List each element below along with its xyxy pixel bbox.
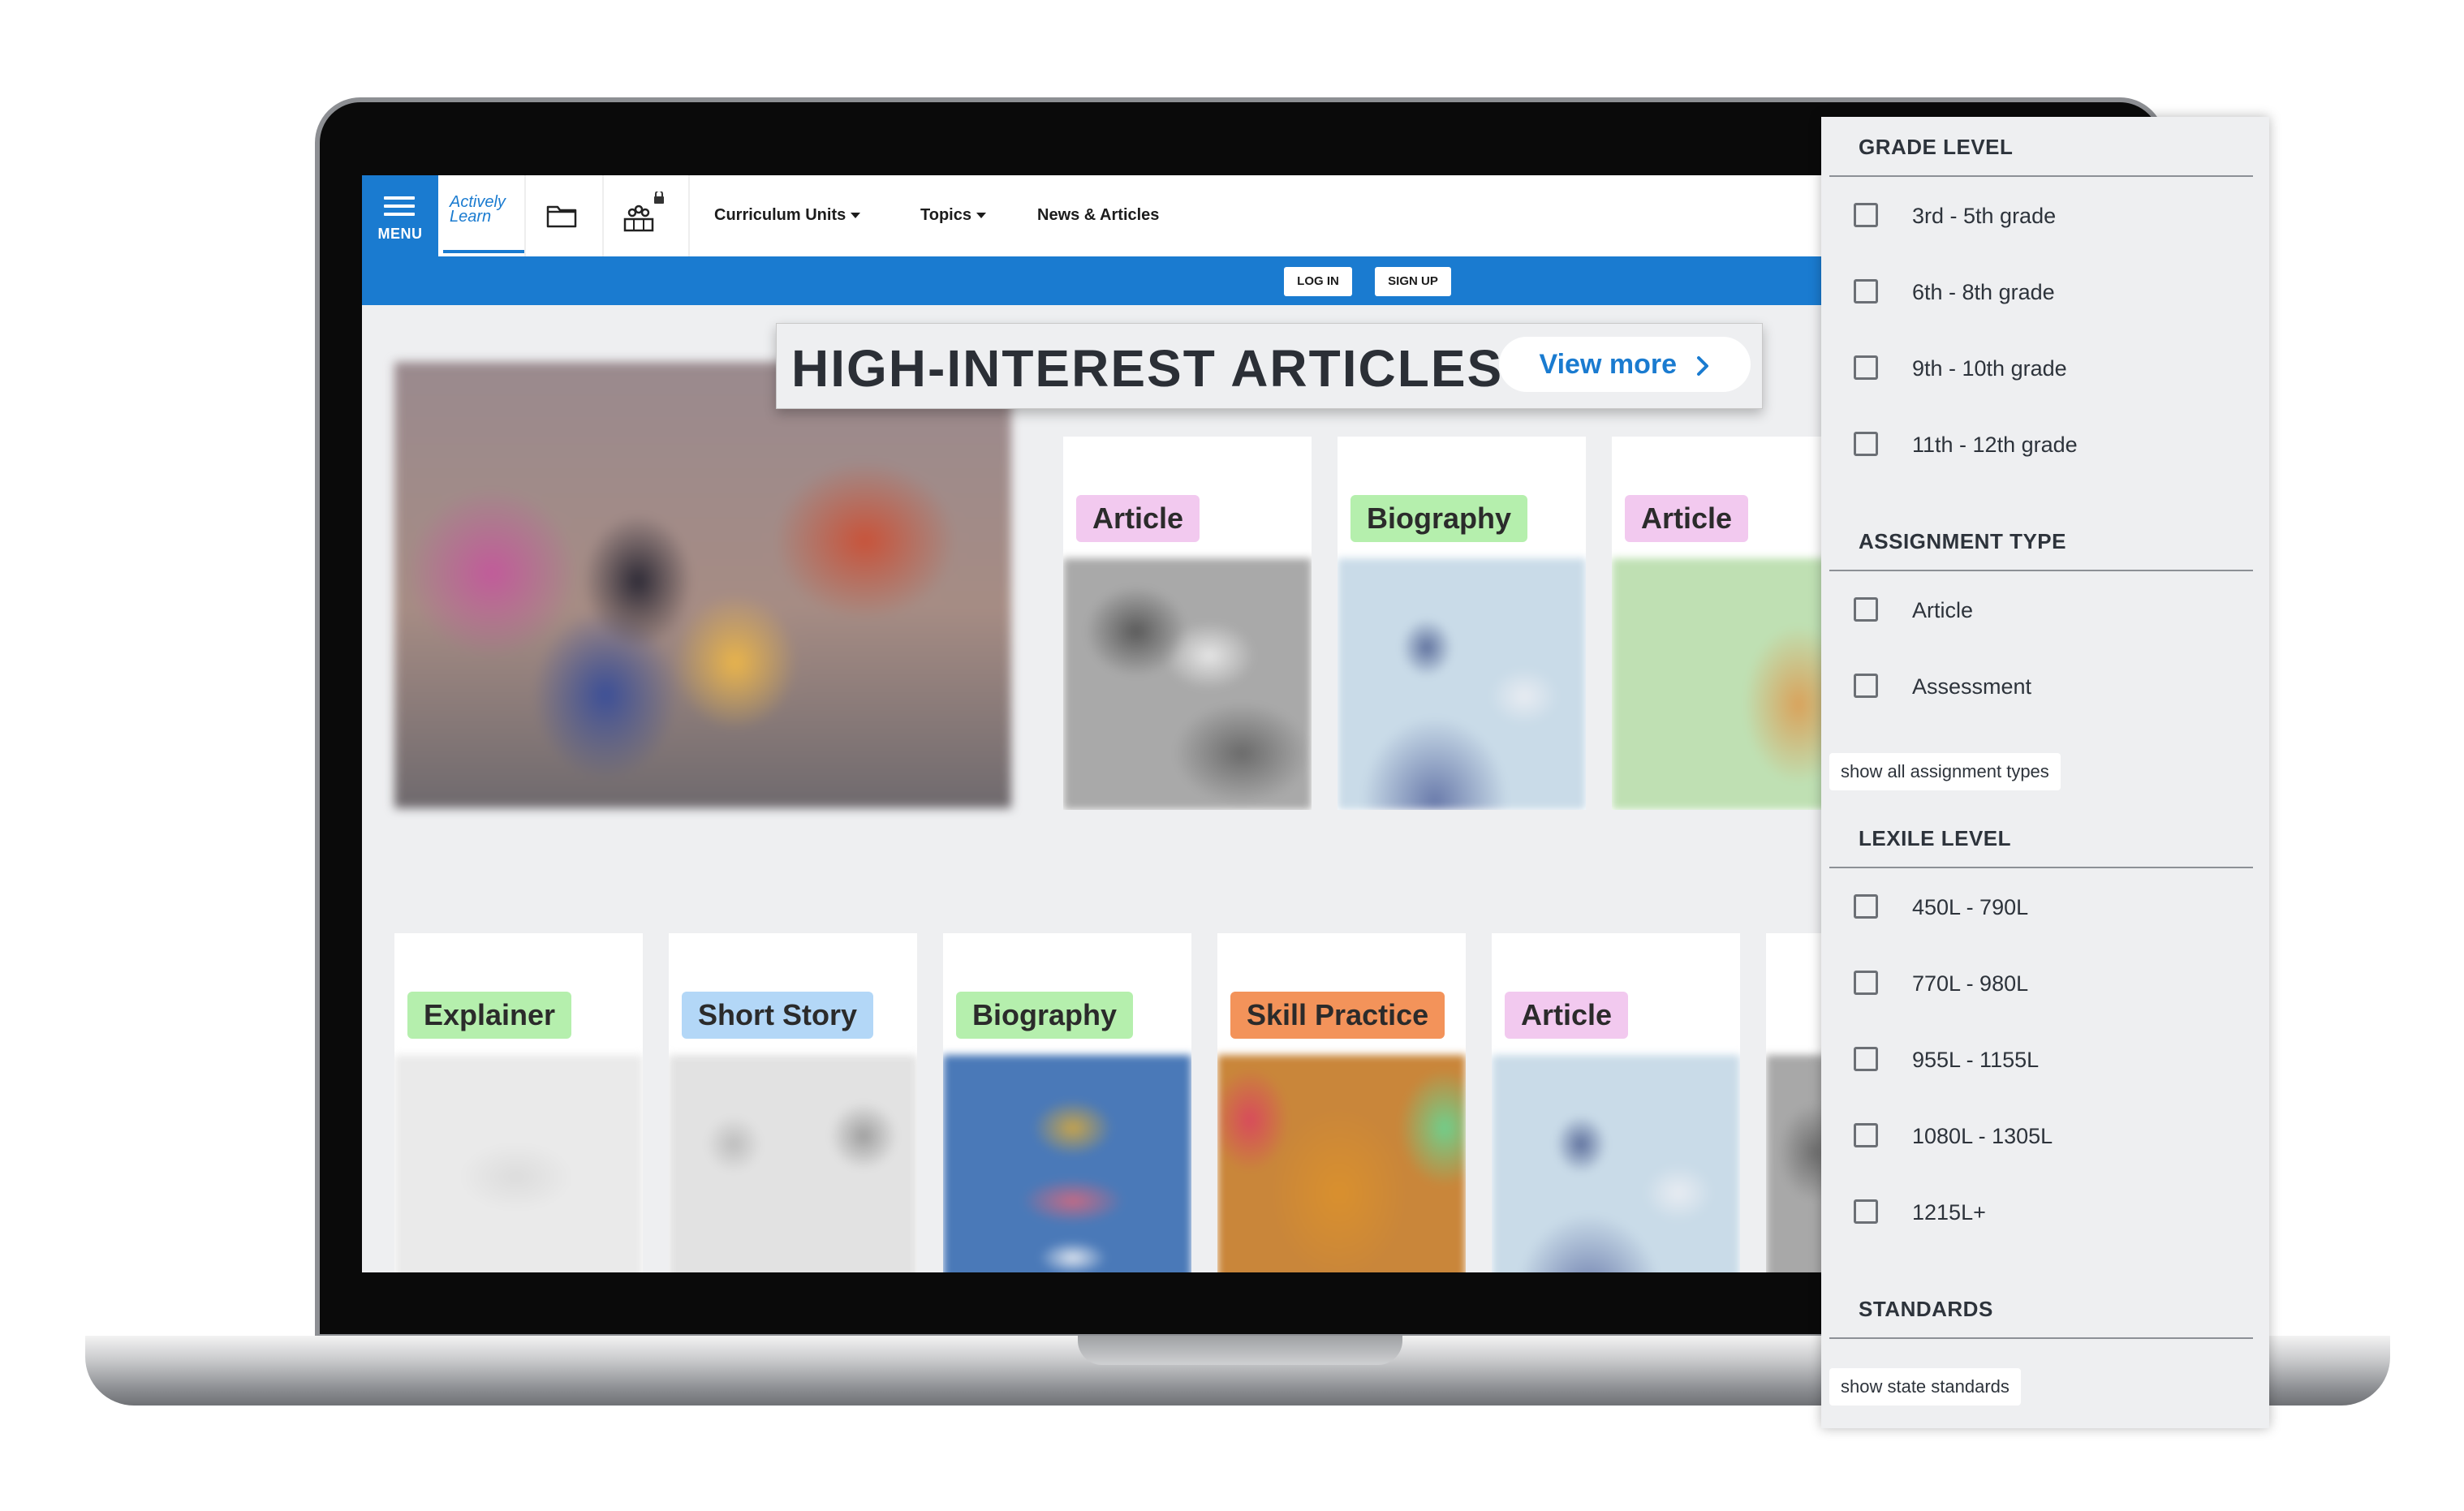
menu-button[interactable]: MENU [362, 175, 438, 256]
card-thumbnail [1217, 1055, 1466, 1272]
login-button[interactable]: LOG IN [1284, 267, 1352, 296]
chevron-right-icon [1697, 356, 1709, 377]
nav-news-articles[interactable]: News & Articles [1037, 206, 1159, 225]
section-divider [1829, 175, 2253, 177]
standards-heading: STANDARDS [1859, 1297, 1993, 1321]
biography-card[interactable]: Biography [943, 933, 1191, 1272]
biography-card[interactable]: Biography [1338, 437, 1586, 810]
card-type-tag: Article [1076, 495, 1200, 542]
checkbox[interactable] [1854, 432, 1878, 456]
filter-option-label: 955L - 1155L [1912, 1048, 2040, 1072]
nav-news-articles-label: News & Articles [1037, 206, 1160, 224]
view-more-label: View more [1539, 349, 1677, 380]
filter-option-label: 9th - 10th grade [1912, 356, 2067, 381]
checkbox[interactable] [1854, 1199, 1878, 1224]
card-thumbnail [943, 1055, 1191, 1272]
section-divider [1829, 570, 2253, 571]
grade-level-heading: GRADE LEVEL [1859, 135, 2014, 159]
nav-curriculum-units[interactable]: Curriculum Units [714, 206, 861, 225]
logo-line-2: Learn [450, 208, 492, 226]
view-more-button[interactable]: View more [1499, 337, 1751, 392]
checkbox[interactable] [1854, 355, 1878, 380]
card-thumbnail [1338, 558, 1586, 810]
assignment-type-heading: ASSIGNMENT TYPE [1859, 529, 2066, 553]
card-type-tag: Explainer [407, 992, 572, 1039]
auth-bar: LOG IN SIGN UP [362, 256, 1823, 305]
checkbox[interactable] [1854, 597, 1878, 622]
header-divider [688, 175, 690, 256]
folder-icon[interactable] [545, 203, 581, 230]
card-type-tag: Article [1625, 495, 1749, 542]
filter-option-label: 1215L+ [1912, 1200, 1986, 1225]
menu-label: MENU [377, 226, 423, 242]
caret-down-icon [976, 213, 986, 219]
lexile-level-heading: LEXILE LEVEL [1859, 826, 2012, 850]
filter-option-label: 1080L - 1305L [1912, 1124, 2053, 1148]
card-type-tag: Article [1505, 992, 1629, 1039]
card-thumbnail [394, 1055, 643, 1272]
filter-option-label: 770L - 980L [1912, 971, 2029, 996]
app-header: MENU Actively Learn Curriculum Units Top… [362, 175, 1823, 256]
show-all-assignment-types-button[interactable]: show all assignment types [1829, 753, 2061, 790]
section-divider [1829, 1337, 2253, 1339]
filter-option-label: 450L - 790L [1912, 895, 2029, 919]
filter-panel: GRADE LEVEL 3rd - 5th grade 6th - 8th gr… [1821, 117, 2269, 1428]
signup-button[interactable]: SIGN UP [1375, 267, 1451, 296]
checkbox[interactable] [1854, 971, 1878, 995]
card-thumbnail [1612, 558, 1823, 810]
nav-curriculum-units-label: Curriculum Units [714, 206, 846, 224]
caret-down-icon [851, 213, 861, 219]
checkbox[interactable] [1854, 1047, 1878, 1071]
card-thumbnail [1492, 1055, 1740, 1272]
card-thumbnail [1766, 1055, 1823, 1272]
header-divider [602, 175, 604, 256]
section-divider [1829, 867, 2253, 868]
header-divider [524, 175, 526, 256]
card-thumbnail [1063, 558, 1312, 810]
classes-locked-icon[interactable] [620, 190, 669, 234]
skill-practice-card[interactable]: Skill Practice [1217, 933, 1466, 1272]
checkbox[interactable] [1854, 1123, 1878, 1147]
nav-topics-label: Topics [920, 206, 971, 224]
card-type-tag: Biography [956, 992, 1134, 1039]
app-screen: MENU Actively Learn Curriculum Units Top… [362, 175, 1823, 1272]
checkbox[interactable] [1854, 203, 1878, 227]
hero-image[interactable] [394, 362, 1011, 808]
actively-learn-logo[interactable]: Actively Learn [443, 175, 524, 253]
show-state-standards-button[interactable]: show state standards [1829, 1368, 2021, 1406]
nav-topics[interactable]: Topics [920, 206, 986, 225]
card-type-tag: Skill Practice [1230, 992, 1445, 1039]
article-card[interactable]: Article [1063, 437, 1312, 810]
filter-option-label: 6th - 8th grade [1912, 280, 2055, 304]
hero-banner: HIGH-INTEREST ARTICLES View more [776, 323, 1763, 409]
card-type-tag: Short Story [682, 992, 874, 1039]
checkbox[interactable] [1854, 674, 1878, 698]
filter-option-label: Article [1912, 598, 1974, 622]
laptop-notch [1078, 1336, 1402, 1365]
hero-title: HIGH-INTEREST ARTICLES [791, 339, 1504, 398]
card-type-tag: Biography [1350, 495, 1528, 542]
article-card[interactable]: Article [1492, 933, 1740, 1272]
content-card[interactable] [1766, 933, 1823, 1272]
hamburger-icon [384, 196, 415, 216]
explainer-card[interactable]: Explainer [394, 933, 643, 1272]
short-story-card[interactable]: Short Story [669, 933, 917, 1272]
article-card[interactable]: Article [1612, 437, 1823, 810]
checkbox[interactable] [1854, 279, 1878, 303]
filter-option-label: Assessment [1912, 674, 2032, 699]
filter-option-label: 11th - 12th grade [1912, 433, 2078, 457]
checkbox[interactable] [1854, 894, 1878, 919]
card-thumbnail [669, 1055, 917, 1272]
filter-option-label: 3rd - 5th grade [1912, 204, 2057, 228]
